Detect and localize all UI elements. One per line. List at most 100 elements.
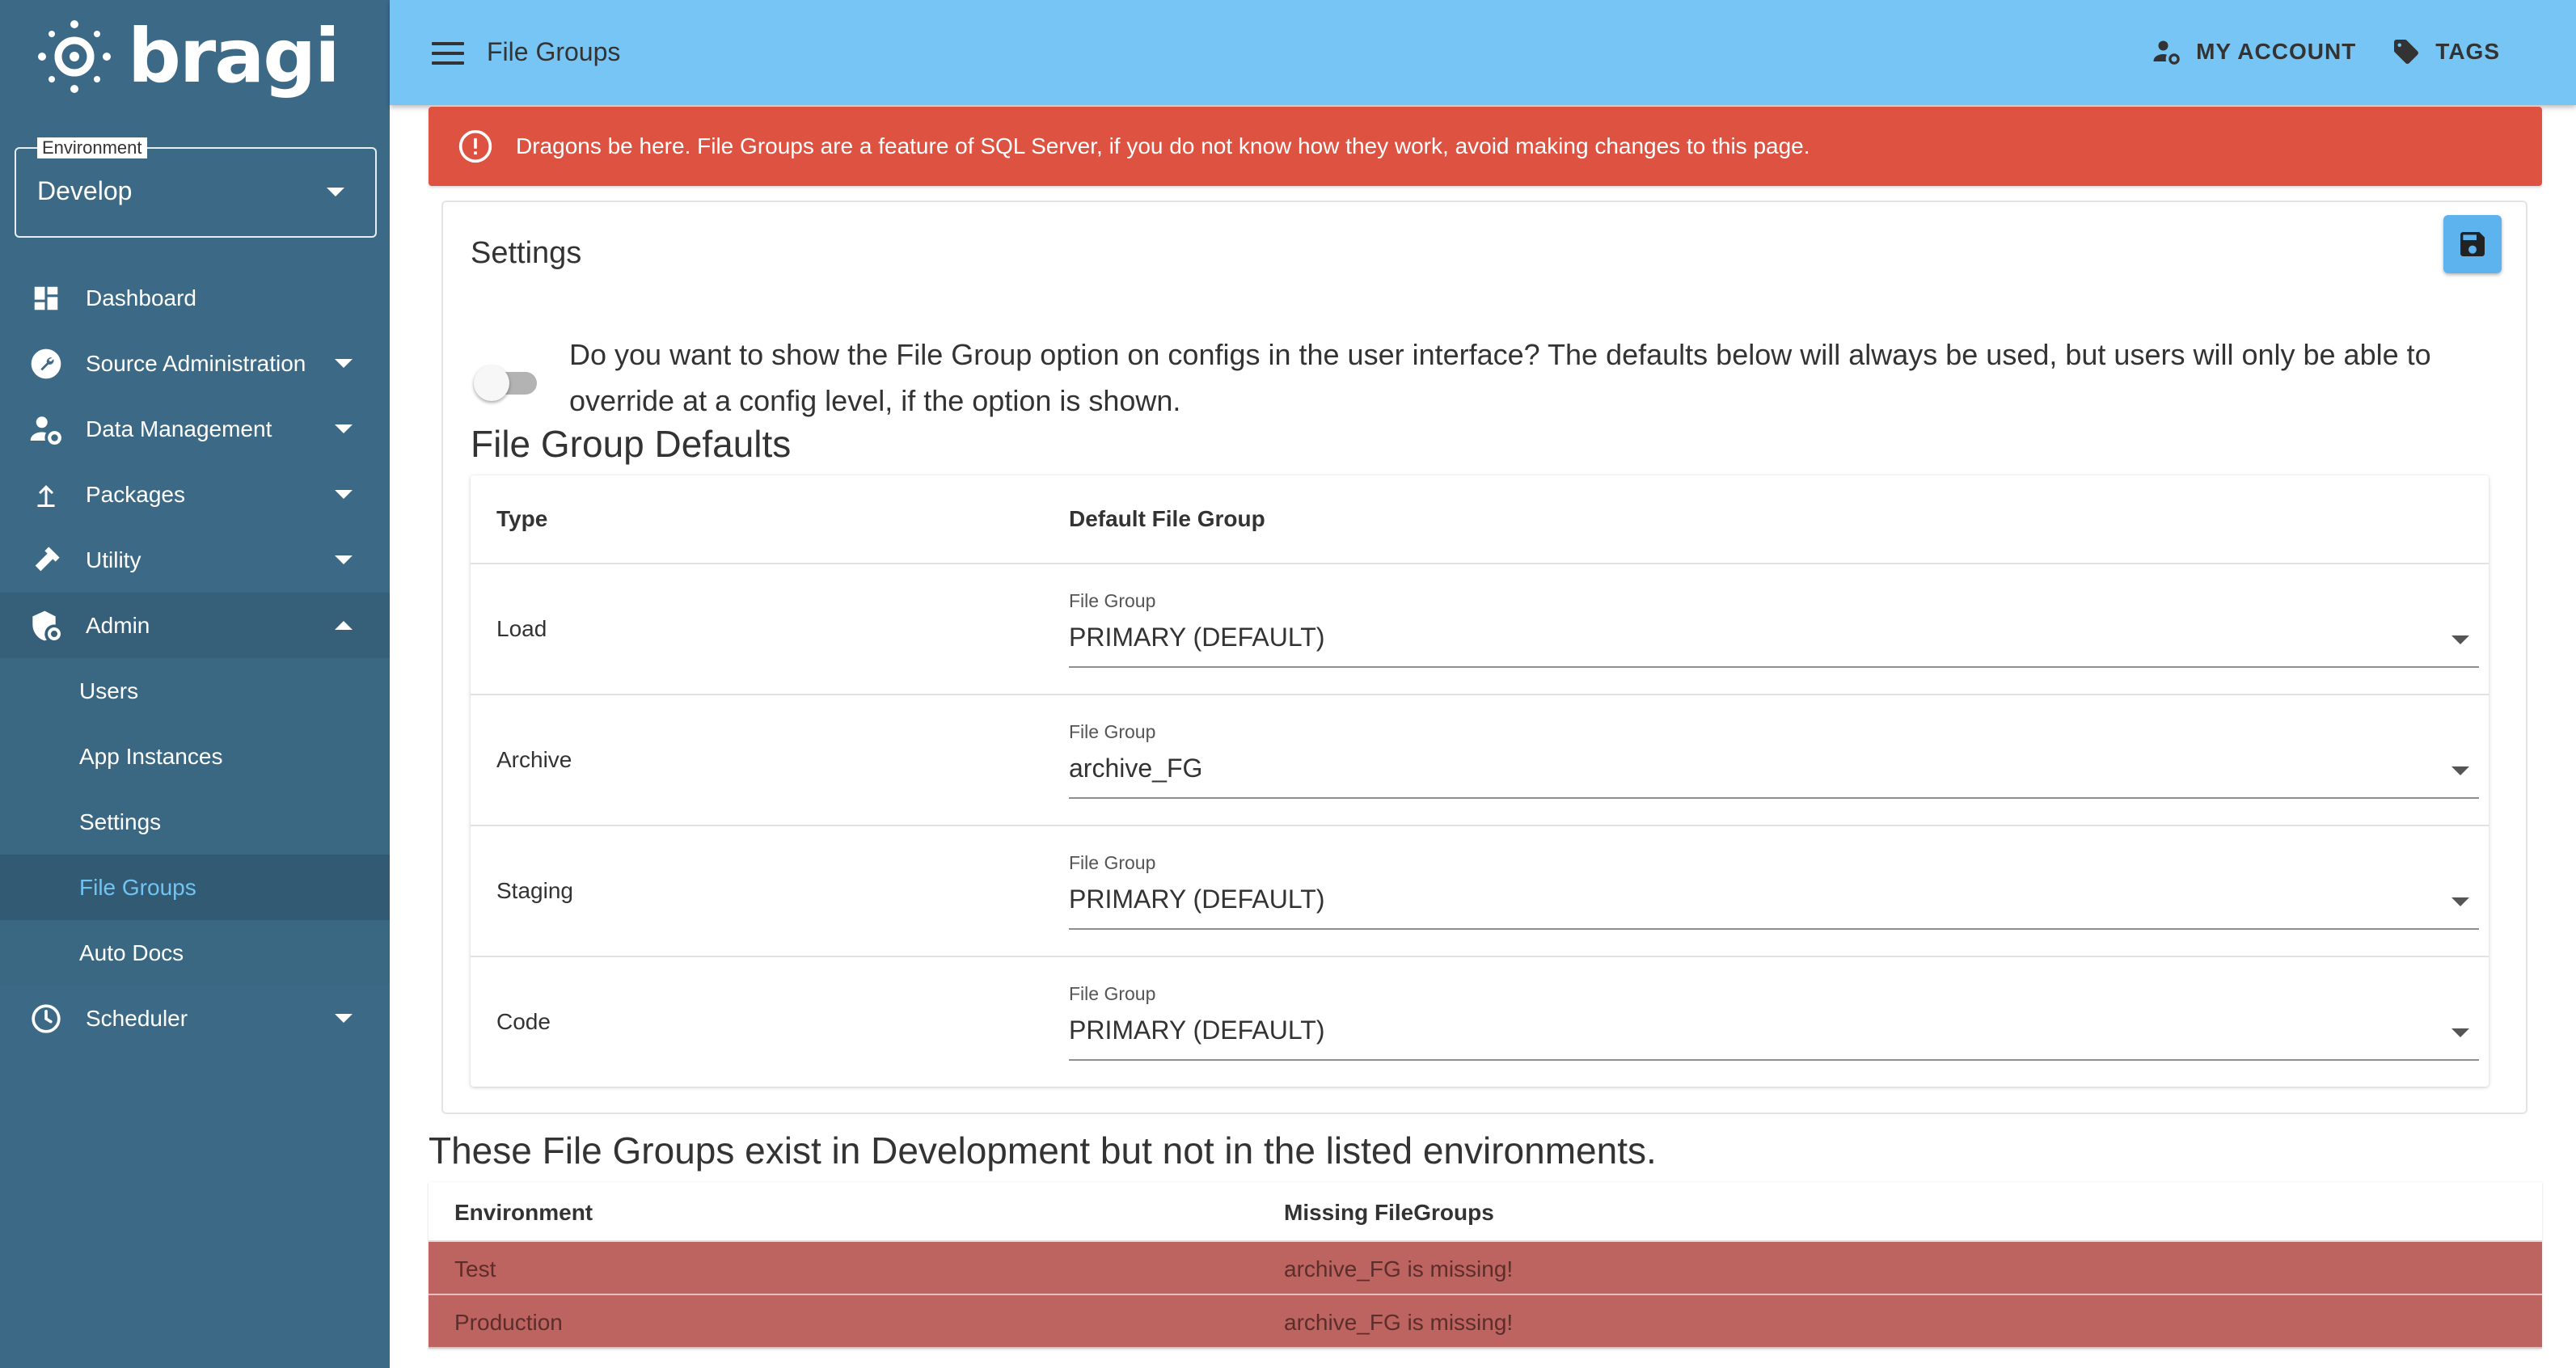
sidebar-item-packages[interactable]: Packages — [0, 462, 390, 527]
table-row: Load File Group PRIMARY (DEFAULT) — [471, 564, 2489, 695]
tag-icon — [2394, 40, 2419, 64]
field-label: File Group — [1069, 852, 1156, 873]
field-label: File Group — [1069, 721, 1156, 742]
upload-icon — [29, 478, 63, 512]
sidebar-subitem-settings[interactable]: Settings — [0, 789, 390, 855]
top-actions: MY ACCOUNT TAGS — [2117, 37, 2500, 66]
cell-missing: archive_FG is missing! — [1284, 1310, 1514, 1335]
table-row: Production archive_FG is missing! — [429, 1295, 2542, 1349]
cell-environment: Test — [454, 1256, 496, 1281]
sidebar-nav: Dashboard Source Administration Data Man… — [0, 265, 390, 1051]
save-button[interactable] — [2443, 215, 2502, 273]
file-group-select-code[interactable]: File Group PRIMARY (DEFAULT) — [1069, 980, 2479, 1061]
column-header-missing-filegroups: Missing FileGroups — [1284, 1200, 1494, 1225]
sidebar-subitem-label: File Groups — [79, 874, 196, 900]
caret-down-icon — [335, 555, 353, 564]
caret-down-icon — [335, 490, 353, 499]
field-label: File Group — [1069, 983, 1156, 1004]
column-header-type: Type — [496, 506, 548, 531]
warning-alert: Dragons be here. File Groups are a featu… — [429, 107, 2542, 186]
cell-missing: archive_FG is missing! — [1284, 1256, 1514, 1281]
tags-button[interactable]: TAGS — [2392, 37, 2500, 66]
sidebar-subitem-app-instances[interactable]: App Instances — [0, 724, 390, 789]
file-group-select-archive[interactable]: File Group archive_FG — [1069, 718, 2479, 799]
caret-down-icon — [335, 424, 353, 433]
table-header: Type Default File Group — [471, 475, 2489, 564]
row-type: Load — [496, 616, 547, 641]
sidebar-subitem-label: Settings — [79, 809, 162, 834]
sidebar-item-label: Scheduler — [86, 1005, 188, 1031]
caret-down-icon — [335, 359, 353, 368]
file-group-select-staging[interactable]: File Group PRIMARY (DEFAULT) — [1069, 849, 2479, 930]
sidebar-item-label: Dashboard — [86, 285, 196, 310]
caret-up-icon — [335, 621, 353, 630]
environment-value: Develop — [37, 176, 133, 205]
tools-icon — [29, 543, 63, 577]
column-header-environment: Environment — [454, 1200, 593, 1225]
table-row: Archive File Group archive_FG — [471, 695, 2489, 826]
logo-text: bragi — [128, 13, 340, 99]
sidebar-item-label: Utility — [86, 547, 141, 572]
settings-card: Settings Do you want to show the File Gr… — [441, 201, 2527, 1114]
page-title: File Groups — [487, 37, 621, 66]
shield-gear-icon — [29, 609, 63, 643]
sidebar-item-label: Packages — [86, 481, 185, 507]
sidebar-item-admin[interactable]: Admin — [0, 593, 390, 658]
row-type: Code — [496, 1009, 551, 1034]
sidebar-subitem-auto-docs[interactable]: Auto Docs — [0, 920, 390, 986]
sidebar-item-scheduler[interactable]: Scheduler — [0, 986, 390, 1051]
sidebar: bragi Environment Develop Dashboard Sour… — [0, 0, 390, 1368]
tags-label: TAGS — [2435, 39, 2500, 64]
save-icon — [2460, 232, 2485, 256]
alert-text: Dragons be here. File Groups are a featu… — [516, 133, 1810, 158]
column-header-default-file-group: Default File Group — [1069, 506, 1265, 531]
app-logo[interactable]: bragi — [36, 13, 340, 99]
dashboard-icon — [29, 281, 63, 315]
caret-down-icon — [2451, 635, 2469, 644]
account-gear-icon — [2153, 40, 2180, 65]
sidebar-item-source-administration[interactable]: Source Administration — [0, 331, 390, 396]
my-account-label: MY ACCOUNT — [2196, 39, 2357, 64]
row-type: Staging — [496, 878, 573, 903]
settings-title: Settings — [471, 236, 582, 270]
field-value: archive_FG — [1069, 754, 1203, 783]
sidebar-item-label: Source Administration — [86, 350, 306, 376]
hamburger-menu-icon[interactable] — [432, 42, 464, 65]
show-file-group-toggle[interactable] — [472, 357, 547, 406]
sidebar-item-dashboard[interactable]: Dashboard — [0, 265, 390, 331]
caret-down-icon — [2451, 766, 2469, 775]
alert-circle-icon — [458, 129, 492, 163]
file-group-defaults-table: Type Default File Group Load File Group … — [471, 475, 2489, 1087]
environment-select[interactable]: Environment Develop — [15, 137, 377, 238]
caret-down-icon — [2451, 1028, 2469, 1037]
environment-label: Environment — [37, 137, 147, 158]
caret-down-icon — [2451, 897, 2469, 906]
file-group-select-load[interactable]: File Group PRIMARY (DEFAULT) — [1069, 587, 2479, 668]
toggle-description: Do you want to show the File Group optio… — [569, 338, 2431, 417]
table-row: Staging File Group PRIMARY (DEFAULT) — [471, 826, 2489, 957]
sidebar-item-label: Admin — [86, 612, 150, 638]
my-account-button[interactable]: MY ACCOUNT — [2152, 37, 2356, 66]
field-value: PRIMARY (DEFAULT) — [1069, 1015, 1325, 1045]
field-value: PRIMARY (DEFAULT) — [1069, 623, 1325, 652]
toggle-knob — [474, 365, 509, 401]
sidebar-item-label: Data Management — [86, 416, 272, 441]
clock-icon — [29, 1002, 63, 1036]
sidebar-subitem-label: Auto Docs — [79, 939, 184, 965]
missing-file-groups-table: Environment Missing FileGroups Test arch… — [429, 1182, 2542, 1349]
sidebar-subitem-users[interactable]: Users — [0, 658, 390, 724]
table-row: Test archive_FG is missing! — [429, 1242, 2542, 1295]
file-group-defaults-title: File Group Defaults — [471, 423, 792, 465]
sidebar-subitem-label: Users — [79, 678, 139, 703]
bragi-logo-icon — [38, 20, 111, 93]
caret-down-icon — [327, 188, 344, 196]
field-value: PRIMARY (DEFAULT) — [1069, 885, 1325, 914]
wrench-icon — [29, 347, 63, 381]
row-type: Archive — [496, 747, 572, 772]
top-app-bar: File Groups MY ACCOUNT TAGS — [390, 0, 2576, 105]
sidebar-subitem-file-groups[interactable]: File Groups — [0, 855, 390, 920]
sidebar-item-utility[interactable]: Utility — [0, 527, 390, 593]
sidebar-subitem-label: App Instances — [79, 743, 223, 769]
sidebar-item-data-management[interactable]: Data Management — [0, 396, 390, 462]
table-row: Code File Group PRIMARY (DEFAULT) — [471, 957, 2489, 1087]
